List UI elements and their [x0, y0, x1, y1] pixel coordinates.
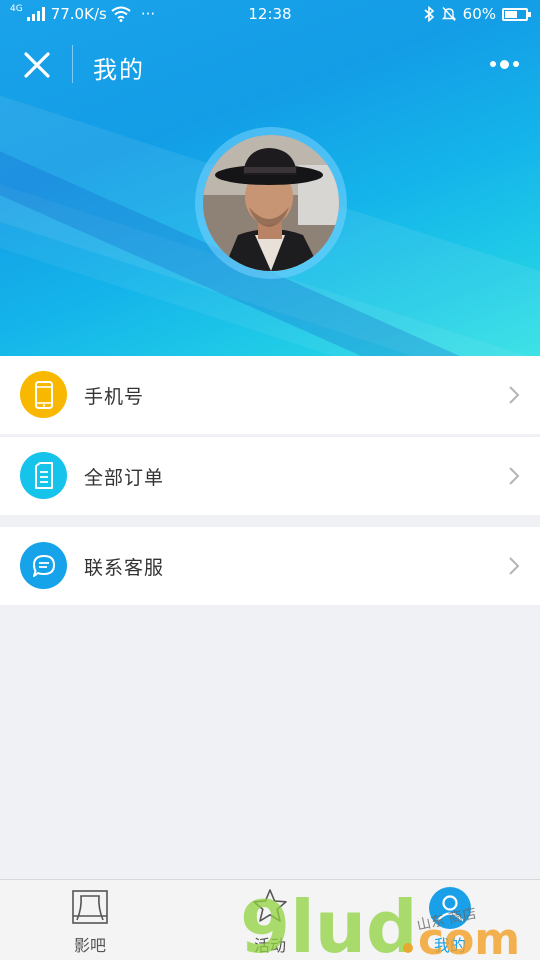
menu-label-customer-service: 联系客服	[84, 556, 165, 579]
tab-cinema[interactable]: 影吧	[30, 880, 150, 960]
tab-label-activity: 活动	[253, 936, 286, 955]
tab-activity[interactable]: 活动	[210, 880, 330, 960]
chevron-right-icon	[509, 386, 520, 404]
title-divider	[72, 45, 73, 83]
order-document-icon	[20, 452, 67, 499]
menu-item-phone[interactable]: 手机号	[0, 356, 540, 434]
battery-percent: 60%	[462, 5, 496, 23]
mute-bell-icon	[441, 7, 456, 21]
bottom-tab-bar: 影吧 活动 我的	[0, 879, 540, 960]
chevron-right-icon	[509, 557, 520, 575]
avatar-photo	[203, 135, 339, 271]
cinema-screen-icon	[72, 890, 108, 924]
tab-label-mine: 我的	[433, 936, 466, 955]
more-options-button[interactable]	[486, 54, 522, 74]
page-title: 我的	[93, 56, 145, 84]
phone-icon	[20, 371, 67, 418]
menu-item-customer-service[interactable]: 联系客服	[0, 527, 540, 605]
user-profile-icon	[429, 887, 471, 929]
close-icon	[24, 52, 50, 78]
menu-label-phone: 手机号	[84, 385, 145, 408]
tab-label-cinema: 影吧	[73, 936, 106, 955]
star-icon	[253, 889, 287, 922]
profile-header: 4G 77.0K/s ··· 12:38 60% 我的	[0, 0, 540, 356]
menu-item-all-orders[interactable]: 全部订单	[0, 437, 540, 515]
battery-icon	[502, 7, 531, 21]
customer-service-chat-icon	[20, 542, 67, 589]
avatar-ring	[195, 127, 347, 279]
avatar[interactable]	[203, 135, 339, 271]
tab-mine[interactable]: 我的	[390, 880, 510, 960]
menu-label-orders: 全部订单	[84, 466, 165, 489]
close-button[interactable]	[18, 46, 56, 84]
chevron-right-icon	[509, 467, 520, 485]
title-bar: 我的	[0, 36, 540, 96]
status-bar: 4G 77.0K/s ··· 12:38 60%	[0, 0, 540, 30]
bluetooth-icon	[424, 6, 434, 22]
